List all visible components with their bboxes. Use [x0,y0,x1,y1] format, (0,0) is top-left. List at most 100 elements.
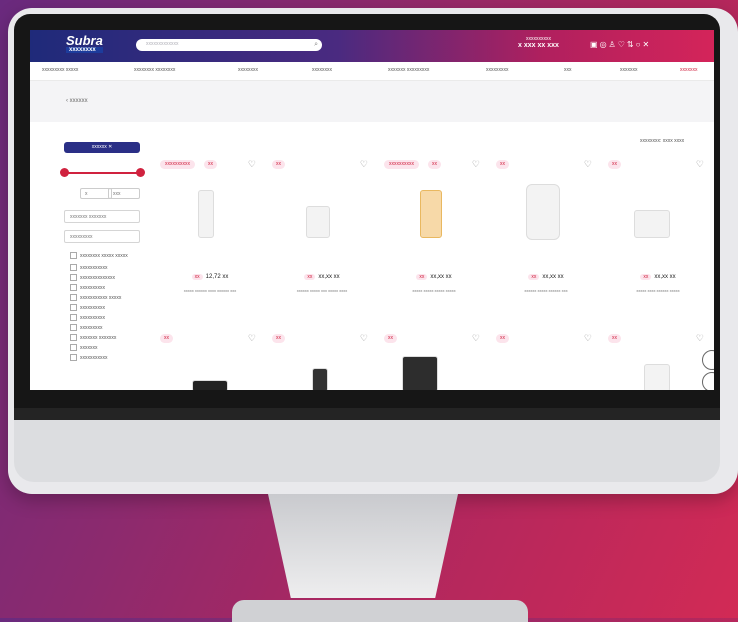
price-max-input[interactable]: xxx [108,188,140,199]
product-card[interactable]: xx ♡ [492,330,600,390]
product-price: xx xx,xx xx [268,274,376,280]
filter-button[interactable]: xxxxxx ✕ [64,142,140,153]
catalog-area: xxxxxx ✕ x xxx xxxxxxx xxxxxxx xxxxxxxxx… [30,122,714,390]
price-slider[interactable] [60,168,145,177]
product-price: xx xx,xx xx [380,274,488,280]
price-discount: xx [304,274,316,280]
brand-checkbox[interactable]: xxxxxxxxxxx [70,354,108,361]
product-image[interactable] [420,190,442,238]
product-price: xx xx,xx xx [492,274,600,280]
nav-item[interactable]: xxxxxxx xxxxxxxxx [388,67,429,73]
search-icon[interactable]: ⌕ [314,41,318,49]
brand-checkbox[interactable]: xxxxxxxxxx [70,304,105,311]
product-image[interactable] [192,380,228,390]
site-logo[interactable]: Subra xxxxxxxx [66,33,103,53]
heart-icon[interactable]: ♡ [696,159,704,170]
product-card[interactable]: xxxxxxxxxx xx ♡ xx 12,72 xx xxxxx xxxxxx … [156,156,264,324]
nav-item[interactable]: xxxxxxxxx [486,67,509,73]
nav-item[interactable]: xxxxxxxx [238,67,258,73]
brand-checkbox[interactable]: xxxxxxx xxxxxxx [70,334,116,341]
discount-badge: xx [608,160,621,169]
slider-min-handle[interactable] [60,168,69,177]
brand-checkbox[interactable]: xxxxxxxxxx [70,284,105,291]
nav-item[interactable]: xxxxxxxxx xxxxx [42,67,78,73]
product-image[interactable] [644,364,670,390]
monitor-stand [268,494,458,598]
nav-item[interactable]: xxx [564,67,572,73]
nav-item[interactable]: xxxxxxxx [312,67,332,73]
discount-badge: xx [608,334,621,343]
nav-item[interactable]: xxxxxxx [680,67,698,73]
logo-text: Subra [66,33,103,48]
heart-icon[interactable]: ♡ [618,40,627,49]
product-badge: xxxxxxxxxx [160,160,195,169]
product-card[interactable]: xx ♡ xx xx,xx xx xxxxxx xxxxx xxxxxx xxx [492,156,600,324]
brand-checkbox[interactable]: xxxxxxxxx [70,324,103,331]
product-image[interactable] [198,190,214,238]
brand-checkbox[interactable]: xxxxxxxxxx [70,314,105,321]
breadcrumb[interactable]: ‹ xxxxxx [66,98,88,104]
user-icon[interactable]: ♙ [609,40,618,49]
price-value: xx,xx xx [654,274,676,280]
price-value: xx,xx xx [542,274,564,280]
discount-badge: xx [428,160,441,169]
discount-badge: xx [160,334,173,343]
product-title[interactable]: xxxxx xxxx xxxxxx xxxxx [612,288,704,294]
brand-checkbox[interactable]: xxxxxxxxxxx [70,264,108,271]
product-title[interactable]: xxxxx xxxxx xxxxx xxxxx [388,288,480,294]
brand-search-input[interactable]: xxxxxxxxx [64,230,140,243]
phone-block[interactable]: xxxxxxxxxx x xxx xx xxx [518,36,559,49]
discount-badge: xx [272,334,285,343]
heart-icon[interactable]: ♡ [360,333,368,344]
heart-icon[interactable]: ♡ [248,333,256,344]
brand-checkbox[interactable]: xxxxxxxxxxxxxx [70,274,115,281]
category-select[interactable]: xxxxxxx xxxxxxx [64,210,140,223]
brand-checkbox[interactable]: xxxxxxxxxxx xxxxx [70,294,121,301]
nav-item[interactable]: xxxxxxxx xxxxxxxx [134,67,175,73]
product-title[interactable]: xxxxx xxxxxx xxxx xxxxxx xxx [164,288,256,294]
heart-icon[interactable]: ♡ [584,333,592,344]
product-card[interactable]: xx ♡ [268,330,376,390]
bezel-lower-bar [14,408,720,420]
heart-icon[interactable]: ♡ [472,333,480,344]
scroll-down-button[interactable] [702,372,714,390]
discount-badge: xx [204,160,217,169]
heart-icon[interactable]: ♡ [248,159,256,170]
product-badge: xxxxxxxxxx [384,160,419,169]
price-discount: xx [528,274,540,280]
product-price: xx 12,72 xx [156,274,264,280]
sort-select[interactable]: xxxxxxxx: xxxx xxxx [640,138,684,144]
compare-icon[interactable]: ⇅ [627,40,636,49]
product-image[interactable] [402,356,438,390]
slider-max-handle[interactable] [136,168,145,177]
heart-icon[interactable]: ♡ [696,333,704,344]
search-placeholder: xxxxxxxxxxxxx [146,41,179,47]
brand-checkbox[interactable]: xxxxxxx [70,344,98,351]
product-card[interactable]: xx ♡ [380,330,488,390]
site-header: Subra xxxxxxxx xxxxxxxxxxxxx ⌕ xxxxxxxxx… [30,30,714,62]
brand-checkbox[interactable]: xxxxxxxx xxxxx xxxxx [70,252,128,259]
product-card[interactable]: xx ♡ xx xx,xx xx xxxxxx xxxxx xxx xxxxx x… [268,156,376,324]
product-card[interactable]: xx ♡ [156,330,264,390]
product-card[interactable]: xxxxxxxxxx xx ♡ xx xx,xx xx xxxxx xxxxx x… [380,156,488,324]
cart-icon[interactable]: ✕ [642,40,651,49]
product-title[interactable]: xxxxxx xxxxx xxx xxxxx xxxx [276,288,368,294]
discount-badge: xx [272,160,285,169]
product-card[interactable]: xx ♡ [604,330,712,390]
heart-icon[interactable]: ♡ [472,159,480,170]
nav-item[interactable]: xxxxxxx [620,67,638,73]
phone-number: x xxx xx xxx [518,42,559,49]
product-image[interactable] [312,368,328,390]
product-card[interactable]: xx ♡ xx xx,xx xx xxxxx xxxx xxxxxx xxxxx [604,156,712,324]
product-image[interactable] [306,206,330,238]
price-discount: xx [640,274,652,280]
search-input[interactable]: xxxxxxxxxxxxx ⌕ [136,39,322,51]
heart-icon[interactable]: ♡ [360,159,368,170]
store-icon[interactable]: ▣ [590,40,600,49]
product-image[interactable] [526,184,560,240]
location-icon[interactable]: ◎ [600,40,609,49]
heart-icon[interactable]: ♡ [584,159,592,170]
header-icons: ▣◎♙♡⇅○✕ [590,40,651,49]
product-title[interactable]: xxxxxx xxxxx xxxxxx xxx [500,288,592,294]
product-image[interactable] [634,210,670,238]
